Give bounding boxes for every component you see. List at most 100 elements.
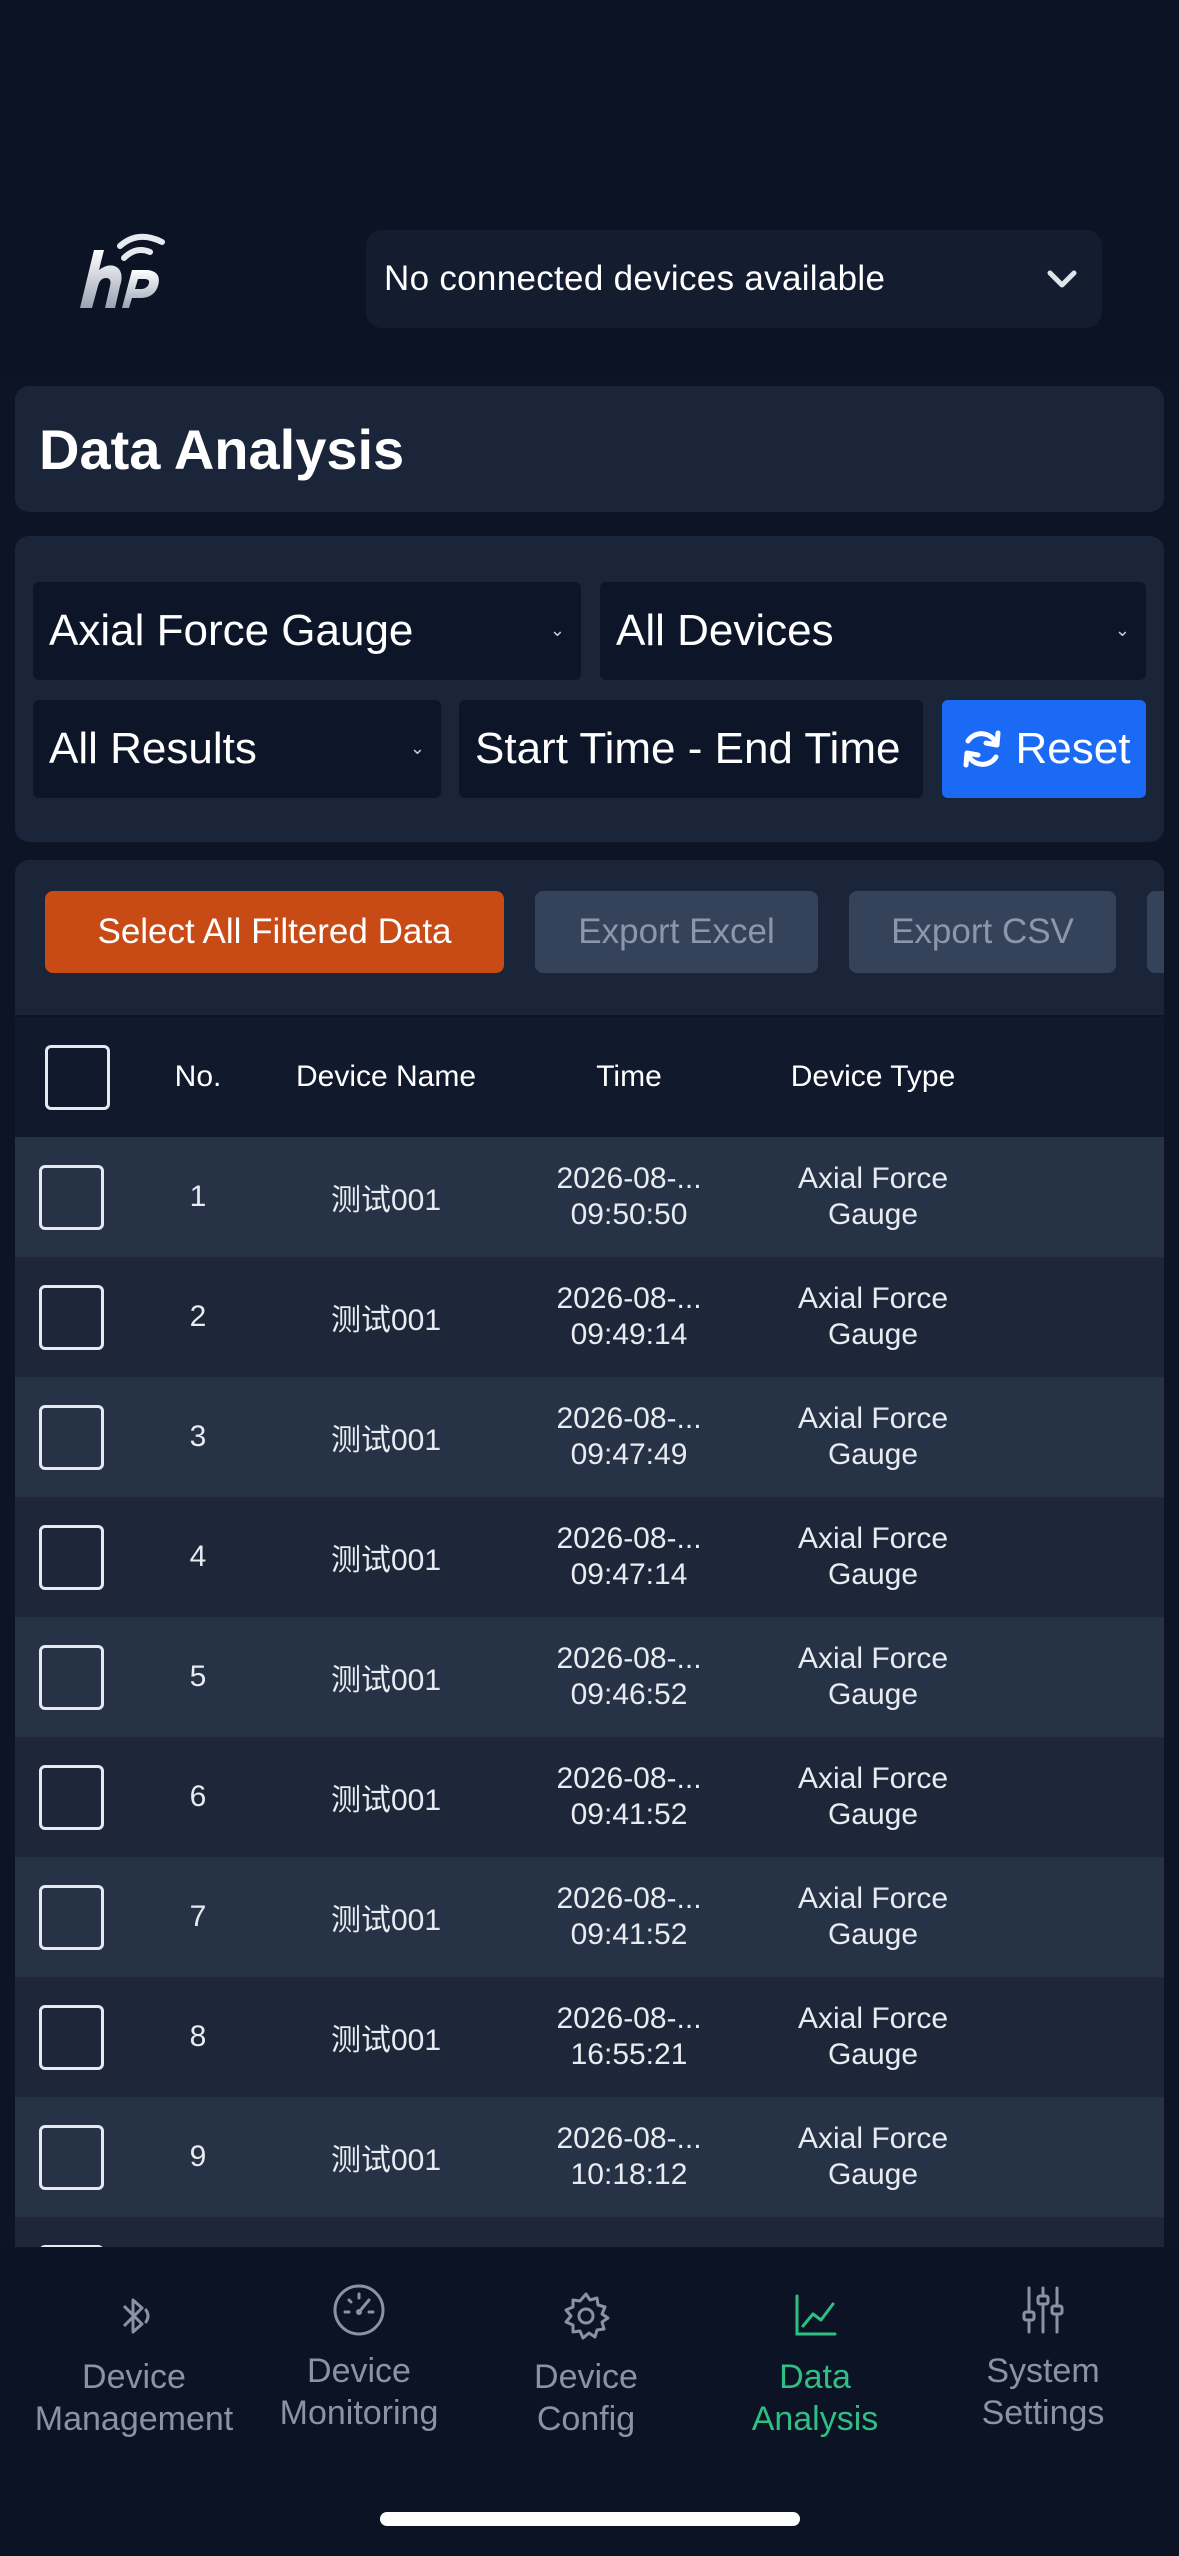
row-type-line2: Gauge: [827, 1558, 919, 1591]
row-device-type: Axial Force Gauge: [751, 1641, 995, 1713]
screen: No connected devices available Data Anal…: [0, 0, 1179, 2556]
devices-value: All Devices: [616, 606, 834, 655]
row-device-type: Axial Force Gauge: [751, 1881, 995, 1953]
row-date: 2026-08-...: [556, 1882, 702, 1915]
row-no: 9: [189, 2140, 207, 2173]
table-row[interactable]: 4 测试001 2026-08-... 09:47:14 Axial Force G…: [15, 1497, 1164, 1617]
gear-icon: [564, 2292, 610, 2340]
row-time: 2026-08-... 09:50:50: [507, 1161, 751, 1233]
row-no: 1: [189, 1180, 207, 1213]
row-type-line1: Axial Force: [797, 1762, 949, 1795]
row-type-line2: Gauge: [827, 1318, 919, 1351]
row-no: 2: [189, 1300, 207, 1333]
caret-down-icon: ⌄: [549, 620, 565, 640]
nav-label-line1: Device: [82, 2358, 186, 2396]
row-type-line2: Gauge: [827, 2038, 919, 2071]
row-checkbox[interactable]: [39, 1404, 104, 1470]
nav-label-line2: Settings: [981, 2394, 1105, 2432]
row-no: 5: [189, 1660, 207, 1693]
row-type-line1: Axial Force: [797, 1402, 949, 1435]
row-checkbox[interactable]: [39, 1164, 104, 1230]
refresh-icon: [963, 730, 1001, 768]
nav-label-line1: Device: [534, 2358, 638, 2396]
row-checkbox[interactable]: [39, 1644, 104, 1710]
table-row[interactable]: 7 测试001 2026-08-... 09:41:52 Axial Force G…: [15, 1857, 1164, 1977]
gauge-type-select[interactable]: Axial Force Gauge ⌄: [33, 582, 581, 680]
device-select[interactable]: No connected devices available: [366, 230, 1102, 328]
export-excel-button[interactable]: Export Excel: [535, 891, 818, 973]
more-action-button[interactable]: [1147, 891, 1164, 973]
row-clock: 16:55:21: [570, 2038, 688, 2071]
devices-select[interactable]: All Devices ⌄: [600, 582, 1146, 680]
row-time: 2026-08-... 16:55:21: [507, 2001, 751, 2073]
table-row[interactable]: 9 测试001 2026-08-... 10:18:12 Axial Force G…: [15, 2097, 1164, 2217]
caret-down-icon: ⌄: [409, 738, 425, 758]
row-time: 2026-08-... 09:41:52: [507, 1881, 751, 1953]
table-row-partial[interactable]: [15, 2217, 1164, 2247]
row-time: 2026-08-... 09:47:14: [507, 1521, 751, 1593]
row-date: 2026-08-...: [556, 1402, 702, 1435]
row-device-type: Axial Force Gauge: [751, 1401, 995, 1473]
row-checkbox[interactable]: [39, 1524, 104, 1590]
row-checkbox[interactable]: [39, 1884, 104, 1950]
table-body: 1 测试001 2026-08-... 09:50:50 Axial Force G…: [15, 1137, 1164, 2247]
row-clock: 09:47:14: [570, 1558, 688, 1591]
row-date: 2026-08-...: [556, 1762, 702, 1795]
table-row[interactable]: 5 测试001 2026-08-... 09:46:52 Axial Force G…: [15, 1617, 1164, 1737]
reset-label: Reset: [1015, 724, 1131, 773]
nav-label-line2: Config: [536, 2400, 636, 2438]
row-clock: 09:49:14: [570, 1318, 688, 1351]
row-device-name: 测试001: [330, 1904, 442, 1937]
nav-device-monitoring[interactable]: Device Monitoring: [244, 2282, 474, 2434]
row-checkbox[interactable]: [39, 2004, 104, 2070]
row-device-type: Axial Force Gauge: [751, 1161, 995, 1233]
table-row[interactable]: 1 测试001 2026-08-... 09:50:50 Axial Force G…: [15, 1137, 1164, 1257]
row-device-type: Axial Force Gauge: [751, 1521, 995, 1593]
time-range-picker[interactable]: Start Time - End Time: [459, 700, 923, 798]
nav-device-config[interactable]: Device Config: [471, 2288, 701, 2440]
table-row[interactable]: 2 测试001 2026-08-... 09:49:14 Axial Force G…: [15, 1257, 1164, 1377]
row-time: 2026-08-... 10:18:12: [507, 2121, 751, 2193]
table-row[interactable]: 3 测试001 2026-08-... 09:47:49 Axial Force G…: [15, 1377, 1164, 1497]
row-device-name: 测试001: [330, 1544, 442, 1577]
row-clock: 09:47:49: [570, 1438, 688, 1471]
gauge-type-value: Axial Force Gauge: [49, 606, 414, 655]
row-type-line1: Axial Force: [797, 1642, 949, 1675]
row-type-line2: Gauge: [827, 1798, 919, 1831]
nav-system-settings[interactable]: System Settings: [928, 2282, 1158, 2434]
row-device-name: 测试001: [330, 1304, 442, 1337]
row-checkbox[interactable]: [39, 2244, 104, 2247]
reset-button[interactable]: Reset: [942, 700, 1146, 798]
row-no: 8: [189, 2020, 207, 2053]
header-time: Time: [596, 1060, 662, 1093]
page-title-card: Data Analysis: [15, 386, 1164, 512]
action-bar: Select All Filtered Data Export Excel Ex…: [15, 860, 1164, 1015]
nav-device-management[interactable]: Device Management: [19, 2288, 249, 2440]
results-select[interactable]: All Results ⌄: [33, 700, 441, 798]
bluetooth-icon: [122, 2298, 150, 2334]
app-header: No connected devices available: [0, 0, 1179, 382]
row-type-line2: Gauge: [827, 1678, 919, 1711]
row-device-name: 测试001: [330, 1184, 442, 1217]
chevron-down-icon: [1047, 270, 1077, 288]
select-all-checkbox[interactable]: [45, 1044, 110, 1110]
time-range-value: Start Time - End Time: [475, 724, 901, 773]
page-title: Data Analysis: [39, 417, 405, 481]
row-checkbox[interactable]: [39, 1764, 104, 1830]
select-all-filtered-button[interactable]: Select All Filtered Data: [45, 891, 504, 973]
home-indicator[interactable]: [380, 2512, 800, 2526]
table-row[interactable]: 6 测试001 2026-08-... 09:41:52 Axial Force G…: [15, 1737, 1164, 1857]
row-device-type: Axial Force Gauge: [751, 1281, 995, 1353]
row-time: 2026-08-... 09:46:52: [507, 1641, 751, 1713]
row-type-line2: Gauge: [827, 1438, 919, 1471]
row-clock: 09:41:52: [570, 1918, 688, 1951]
row-checkbox[interactable]: [39, 2124, 104, 2190]
export-csv-button[interactable]: Export CSV: [849, 891, 1116, 973]
table-row[interactable]: 8 测试001 2026-08-... 16:55:21 Axial Force G…: [15, 1977, 1164, 2097]
row-no: 4: [189, 1540, 207, 1573]
nav-data-analysis[interactable]: Data Analysis: [700, 2288, 930, 2440]
gauge-icon: [333, 2284, 385, 2336]
row-clock: 09:46:52: [570, 1678, 688, 1711]
row-checkbox[interactable]: [39, 1284, 104, 1350]
nav-label-line1: Data: [779, 2358, 851, 2396]
